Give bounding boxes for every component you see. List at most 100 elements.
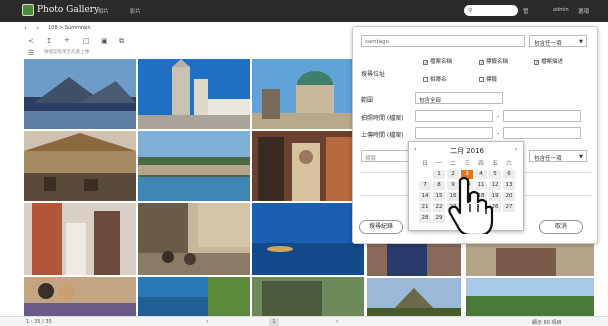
calendar-day[interactable]: 27 bbox=[503, 203, 515, 212]
photo-thumbnail[interactable] bbox=[138, 131, 250, 201]
user-menu[interactable]: admin bbox=[553, 7, 569, 13]
keyword-input[interactable]: samtago bbox=[361, 35, 525, 47]
range-input[interactable]: 包含全部 bbox=[415, 92, 503, 104]
taken-time-start[interactable] bbox=[415, 110, 493, 122]
calendar-day[interactable]: 29 bbox=[433, 214, 445, 223]
photo-thumbnail[interactable] bbox=[138, 277, 250, 317]
folder-icon[interactable]: □ bbox=[83, 38, 90, 45]
checkbox-filename[interactable]: ✓ 檔案名稱 bbox=[423, 57, 453, 66]
search-box[interactable]: ⚲ bbox=[464, 5, 518, 16]
photo-thumbnail[interactable] bbox=[252, 203, 364, 275]
photo-thumbnail[interactable] bbox=[24, 203, 136, 275]
calendar-day[interactable]: 13 bbox=[503, 181, 515, 190]
add-icon[interactable]: + bbox=[64, 37, 70, 44]
search-location-label: 搜尋位址 bbox=[361, 71, 386, 78]
item-count: 1 - 35 / 35 bbox=[26, 319, 52, 325]
breadcrumb[interactable]: 108 > Summrain bbox=[48, 26, 91, 31]
calendar-title: 二月 2016 bbox=[449, 147, 485, 155]
photo-thumbnail[interactable] bbox=[252, 59, 364, 129]
forward-icon[interactable]: › bbox=[36, 25, 39, 32]
search-input[interactable] bbox=[476, 6, 514, 15]
prev-page-icon[interactable]: ‹ bbox=[206, 318, 208, 325]
calendar-day[interactable]: 15 bbox=[433, 192, 445, 201]
photo-thumbnail[interactable] bbox=[466, 278, 594, 316]
next-page-icon[interactable]: › bbox=[336, 318, 338, 325]
photo-thumbnail[interactable] bbox=[138, 59, 250, 129]
chevron-down-icon: ▼ bbox=[579, 154, 583, 160]
keyword-scope-value: 包含任一項 bbox=[534, 41, 562, 47]
photo-thumbnail[interactable] bbox=[24, 59, 136, 129]
weekday-label: 四 bbox=[478, 161, 484, 167]
upload-icon[interactable]: ↥ bbox=[46, 38, 52, 45]
calendar-day[interactable]: 22 bbox=[433, 203, 445, 212]
nav-videos[interactable]: 影片 bbox=[130, 7, 141, 15]
taken-time-end[interactable] bbox=[503, 110, 581, 122]
copy-icon[interactable]: ⧉ bbox=[119, 38, 124, 45]
photo-thumbnail[interactable] bbox=[367, 278, 461, 316]
photo-thumbnail[interactable] bbox=[466, 244, 594, 276]
checkbox-label: 標籤 bbox=[486, 77, 498, 83]
app-title: Photo Gallery bbox=[37, 5, 100, 15]
checkbox-unchecked-icon bbox=[479, 77, 484, 82]
photo-thumbnail[interactable] bbox=[24, 277, 136, 317]
calendar-day[interactable]: 1 bbox=[433, 170, 445, 179]
calendar-day[interactable]: 28 bbox=[419, 214, 431, 223]
weekday-label: 一 bbox=[436, 161, 442, 167]
calendar-day[interactable]: 8 bbox=[433, 181, 445, 190]
share-icon[interactable]: ≺ bbox=[28, 38, 34, 45]
calendar-day[interactable]: 7 bbox=[419, 181, 431, 190]
next-month-icon[interactable]: › bbox=[515, 146, 517, 153]
checkbox-tag[interactable]: 標籤 bbox=[479, 75, 497, 83]
tag-scope-value: 包含任一項 bbox=[534, 156, 562, 162]
page-size[interactable]: 顯示 60 項目 bbox=[532, 319, 562, 326]
hand-cursor-icon bbox=[448, 176, 494, 234]
options-menu[interactable]: 選項 bbox=[578, 7, 589, 15]
page-number[interactable]: 1 bbox=[269, 318, 279, 326]
calendar-day[interactable]: 20 bbox=[503, 192, 515, 201]
save-search-button[interactable]: 搜尋紀錄 bbox=[359, 220, 403, 234]
range-label: 範圍 bbox=[361, 97, 374, 104]
checkbox-label: 檔案名稱 bbox=[430, 59, 453, 65]
weekday-label: 二 bbox=[450, 161, 456, 167]
checkbox-album[interactable]: 相簿名 bbox=[423, 75, 447, 83]
upload-hint: 將檔案拖曳至此處上傳 bbox=[44, 50, 89, 55]
upload-time-start[interactable] bbox=[415, 127, 493, 139]
photo-grid bbox=[20, 59, 390, 317]
status-bar: 1 - 35 / 35 ‹ 1 › 顯示 60 項目 bbox=[0, 316, 608, 326]
range-dash: - bbox=[497, 130, 500, 137]
checkbox-label: 標籤名稱 bbox=[486, 59, 509, 65]
checkbox-tagname[interactable]: ✓ 標籤名稱 bbox=[479, 57, 509, 66]
upload-time-label: 上傳時間 (檔案) bbox=[361, 132, 404, 139]
cancel-button[interactable]: 取消 bbox=[539, 220, 583, 234]
weekday-label: 六 bbox=[506, 161, 512, 167]
photo-thumbnail[interactable] bbox=[252, 277, 364, 317]
top-admin-icon[interactable]: 管 bbox=[523, 7, 529, 15]
tag-scope-select[interactable]: 包含任一項 ▼ bbox=[529, 150, 587, 162]
taken-time-label: 拍照時間 (檔案) bbox=[361, 115, 404, 122]
tag-input[interactable]: 標籤 bbox=[361, 150, 413, 162]
photo-thumbnail[interactable] bbox=[367, 244, 461, 276]
back-icon[interactable]: ‹ bbox=[24, 25, 27, 32]
weekday-label: 五 bbox=[492, 161, 498, 167]
menu-icon[interactable]: ☰ bbox=[28, 50, 34, 57]
upload-time-end[interactable] bbox=[503, 127, 581, 139]
weekday-label: 三 bbox=[464, 161, 470, 167]
weekday-label: 日 bbox=[422, 161, 428, 167]
calendar-day[interactable]: 21 bbox=[419, 203, 431, 212]
checkbox-description[interactable]: ✓ 檔案描述 bbox=[534, 57, 563, 66]
calendar-day[interactable]: 6 bbox=[503, 170, 515, 179]
chevron-down-icon: ▼ bbox=[579, 39, 583, 45]
checkbox-checked-icon: ✓ bbox=[534, 60, 540, 66]
photo-thumbnail[interactable] bbox=[138, 203, 250, 275]
photo-thumbnail[interactable] bbox=[252, 131, 364, 201]
top-bar: Photo Gallery 相片 影片 ⚲ 管 admin 選項 bbox=[0, 0, 608, 22]
app-logo bbox=[22, 4, 34, 16]
slideshow-icon[interactable]: ▣ bbox=[101, 38, 108, 45]
checkbox-checked-icon: ✓ bbox=[479, 60, 485, 66]
search-icon: ⚲ bbox=[468, 7, 473, 14]
photo-thumbnail[interactable] bbox=[24, 131, 136, 201]
nav-photos[interactable]: 相片 bbox=[98, 7, 109, 15]
keyword-scope-select[interactable]: 包含任一項 ▼ bbox=[529, 35, 587, 47]
calendar-day[interactable]: 14 bbox=[419, 192, 431, 201]
checkbox-label: 相簿名 bbox=[430, 77, 447, 83]
